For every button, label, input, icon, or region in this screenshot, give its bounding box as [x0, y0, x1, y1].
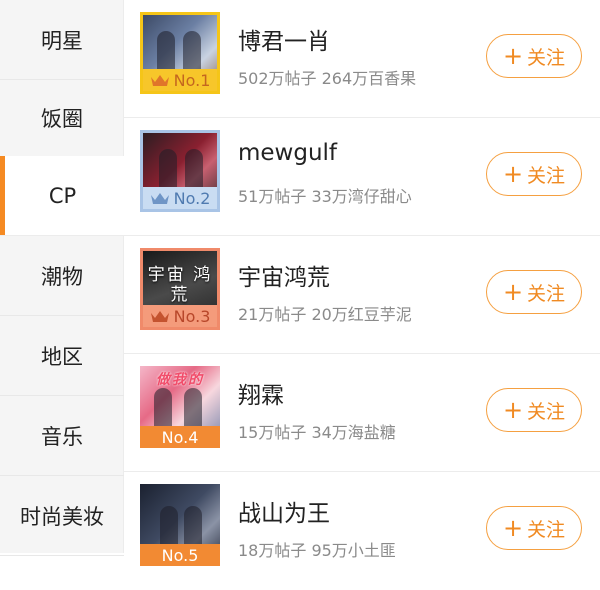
follow-button[interactable]: + 关注 — [486, 506, 582, 550]
rank-label: No.3 — [173, 306, 211, 326]
cp-stats: 18万帖子 95万小土匪 — [238, 541, 396, 560]
list-item[interactable]: No.2 mewgulf 51万帖子 33万湾仔甜心 + 关注 — [124, 118, 600, 236]
cp-name[interactable]: 博君一肖 — [238, 22, 330, 56]
rank-badge: No.5 — [140, 544, 220, 566]
follow-label: 关注 — [527, 164, 566, 187]
cp-thumbnail[interactable]: 宇宙 鸿荒 No.3 — [140, 248, 220, 330]
follow-label: 关注 — [527, 282, 566, 305]
thumbnail-caption: 宇宙 鸿荒 — [147, 265, 213, 305]
thumbnail-caption: 做我的 — [156, 372, 204, 388]
sidebar-item-label: 饭圈 — [41, 106, 83, 131]
rank-label: No.5 — [161, 545, 199, 565]
sidebar-item-cp[interactable]: CP — [0, 156, 125, 236]
list-item[interactable]: 宇宙 鸿荒 No.3 宇宙鸿荒 21万帖子 20万红豆芋泥 + 关注 — [124, 236, 600, 354]
sidebar-item-label: 音乐 — [41, 424, 83, 449]
sidebar-item-label: 潮物 — [41, 264, 83, 289]
cp-stats: 502万帖子 264万百香果 — [238, 69, 417, 88]
cp-name[interactable]: 宇宙鸿荒 — [238, 258, 330, 292]
category-sidebar: 明星 饭圈 CP 潮物 地区 音乐 时尚美妆 — [0, 0, 125, 556]
rank-label: No.1 — [173, 70, 211, 90]
cp-stats: 51万帖子 33万湾仔甜心 — [238, 187, 412, 206]
plus-icon: + — [502, 42, 524, 70]
cp-stats: 21万帖子 20万红豆芋泥 — [238, 305, 412, 324]
follow-button[interactable]: + 关注 — [486, 270, 582, 314]
sidebar-item-label: 明星 — [41, 28, 83, 53]
rank-label: No.2 — [173, 188, 211, 208]
rank-badge: No.1 — [143, 69, 217, 91]
sidebar-item-stars[interactable]: 明星 — [0, 0, 124, 80]
plus-icon: + — [502, 160, 524, 188]
follow-label: 关注 — [527, 46, 566, 69]
cp-name[interactable]: 战山为王 — [238, 494, 330, 528]
list-item[interactable]: No.1 博君一肖 502万帖子 264万百香果 + 关注 — [124, 0, 600, 118]
cp-ranking-list: No.1 博君一肖 502万帖子 264万百香果 + 关注 No.2 mewgu… — [124, 0, 600, 566]
sidebar-item-trends[interactable]: 潮物 — [0, 236, 124, 316]
sidebar-item-label: CP — [48, 183, 77, 208]
cp-stats: 15万帖子 34万海盐糖 — [238, 423, 396, 442]
list-item[interactable]: 做我的 No.4 翔霖 15万帖子 34万海盐糖 + 关注 — [124, 354, 600, 472]
rank-label: No.4 — [161, 427, 199, 447]
sidebar-item-music[interactable]: 音乐 — [0, 396, 124, 476]
follow-button[interactable]: + 关注 — [486, 152, 582, 196]
sidebar-item-region[interactable]: 地区 — [0, 316, 124, 396]
plus-icon: + — [502, 514, 524, 542]
cp-thumbnail[interactable]: No.2 — [140, 130, 220, 212]
rank-badge: No.4 — [140, 426, 220, 448]
cp-thumbnail[interactable]: No.5 — [140, 484, 220, 566]
rank-badge: No.3 — [143, 305, 217, 327]
sidebar-item-fashion[interactable]: 时尚美妆 — [0, 476, 124, 556]
follow-button[interactable]: + 关注 — [486, 34, 582, 78]
cp-name[interactable]: 翔霖 — [238, 376, 284, 410]
crown-icon — [150, 75, 169, 86]
follow-button[interactable]: + 关注 — [486, 388, 582, 432]
follow-label: 关注 — [527, 400, 566, 423]
active-indicator — [0, 156, 5, 235]
sidebar-item-fandom[interactable]: 饭圈 — [0, 78, 124, 158]
cp-thumbnail[interactable]: No.1 — [140, 12, 220, 94]
sidebar-item-label: 地区 — [41, 344, 83, 369]
plus-icon: + — [502, 396, 524, 424]
list-item[interactable]: No.5 战山为王 18万帖子 95万小土匪 + 关注 — [124, 472, 600, 590]
crown-icon — [150, 311, 169, 322]
rank-badge: No.2 — [143, 187, 217, 209]
sidebar-item-label: 时尚美妆 — [20, 504, 104, 529]
cp-name[interactable]: mewgulf — [238, 140, 337, 166]
cp-thumbnail[interactable]: 做我的 No.4 — [140, 366, 220, 448]
follow-label: 关注 — [527, 518, 566, 541]
plus-icon: + — [502, 278, 524, 306]
crown-icon — [150, 193, 169, 204]
